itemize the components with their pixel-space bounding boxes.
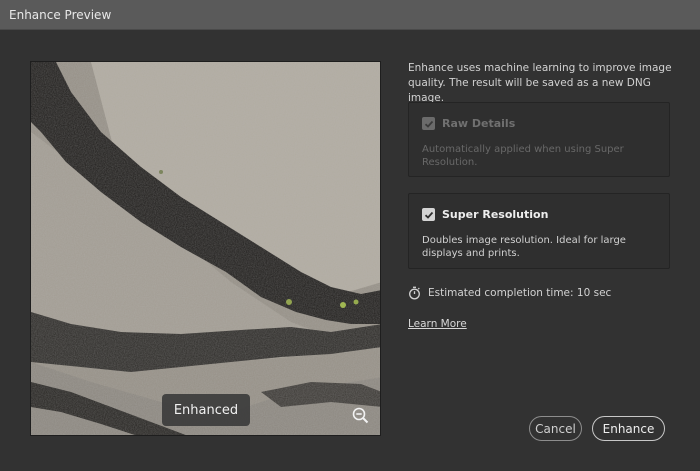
raw-details-option: Raw Details Automatically applied when u… (408, 102, 670, 177)
enhance-button[interactable]: Enhance (592, 416, 665, 441)
intro-text: Enhance uses machine learning to improve… (408, 62, 672, 104)
super-resolution-option[interactable]: Super Resolution Doubles image resolutio… (408, 193, 670, 269)
checkmark-icon (424, 120, 433, 128)
super-resolution-header[interactable]: Super Resolution (422, 208, 548, 221)
title-bar: Enhance Preview (0, 0, 700, 30)
super-resolution-checkbox[interactable] (422, 208, 435, 221)
raw-details-description: Automatically applied when using Super R… (422, 144, 624, 168)
image-preview[interactable]: Enhanced (30, 61, 381, 436)
preview-state-label: Enhanced (162, 394, 250, 426)
checkmark-icon (424, 211, 433, 219)
raw-details-checkbox (422, 117, 435, 130)
estimated-time-text: Estimated completion time: 10 sec (428, 287, 612, 299)
window-title: Enhance Preview (9, 8, 112, 22)
raw-details-header: Raw Details (422, 117, 515, 130)
stopwatch-icon (409, 286, 420, 300)
super-resolution-description: Doubles image resolution. Ideal for larg… (422, 235, 626, 259)
estimated-time: Estimated completion time: 10 sec (408, 286, 611, 300)
super-resolution-title[interactable]: Super Resolution (442, 208, 548, 221)
cancel-button[interactable]: Cancel (529, 416, 582, 441)
preview-image (31, 62, 380, 435)
raw-details-title: Raw Details (442, 117, 516, 130)
zoom-out-icon[interactable] (350, 405, 372, 427)
learn-more-link[interactable]: Learn More (408, 318, 467, 330)
